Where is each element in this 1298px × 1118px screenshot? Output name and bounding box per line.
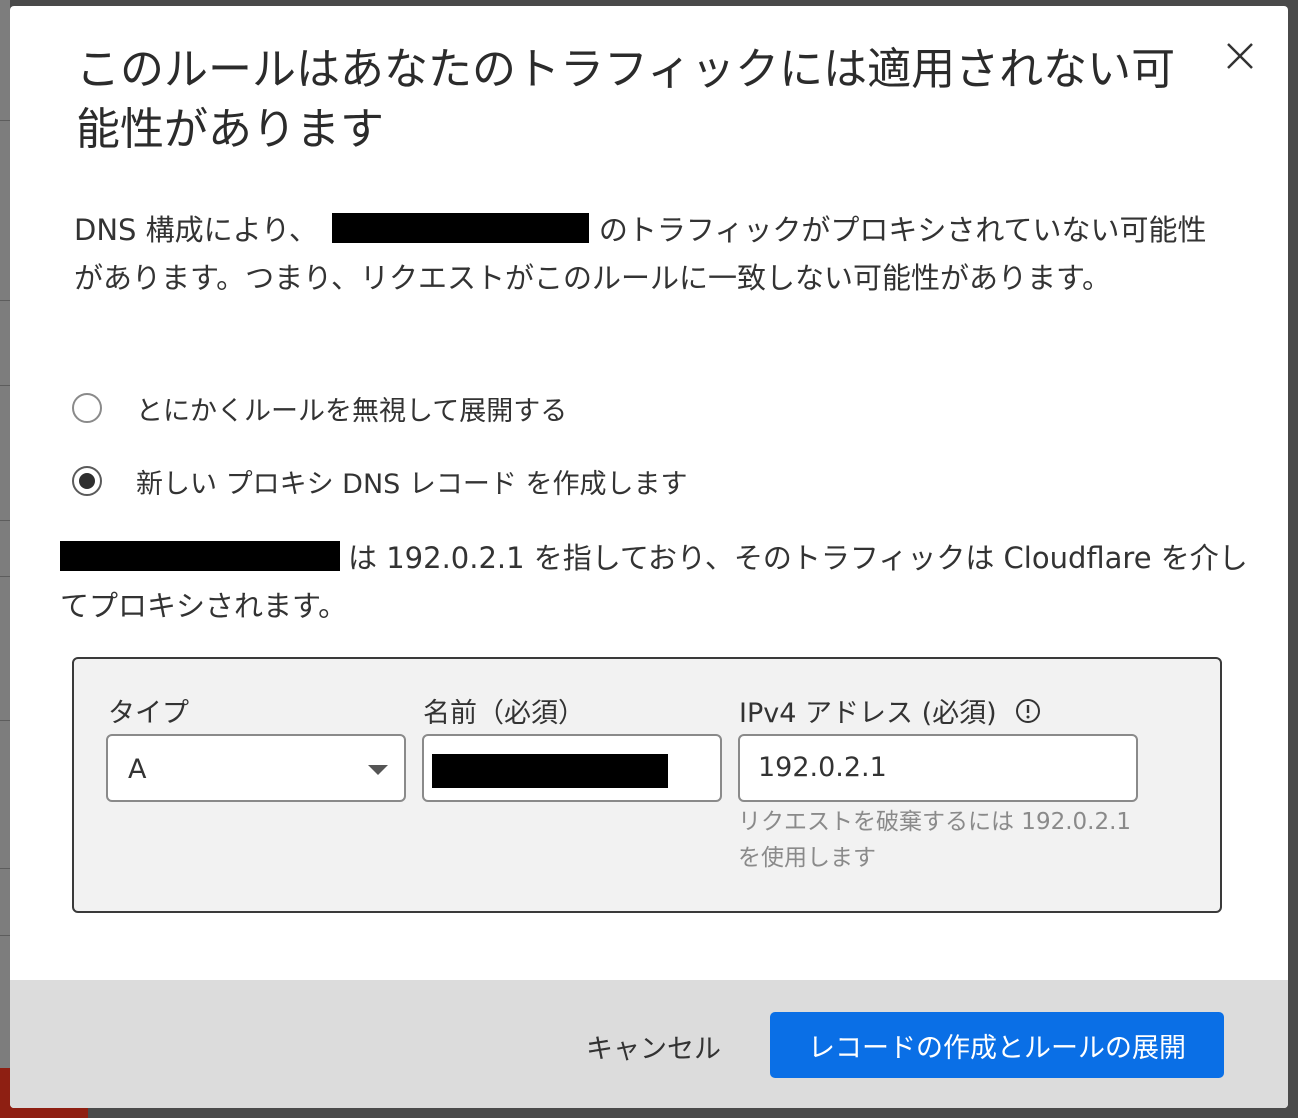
ipv4-hint: リクエストを破棄するには 192.0.2.1 を使用します [738, 809, 1132, 871]
redacted-hostname [331, 213, 589, 243]
name-label: 名前（必須） [423, 691, 585, 730]
type-select[interactable]: A [106, 734, 406, 802]
chevron-down-icon [368, 765, 388, 775]
ipv4-label-text: IPv4 アドレス (必須) [739, 698, 997, 729]
dns-record-form: タイプ A 名前（必須） IPv4 アドレス (必須) リクエストを破棄するには… [72, 657, 1222, 913]
ipv4-input[interactable] [738, 734, 1138, 802]
close-button[interactable] [1222, 38, 1258, 74]
create-record-deploy-button[interactable]: レコードの作成とルールの展開 [770, 1012, 1224, 1078]
name-label-text: 名前（必須） [423, 698, 585, 729]
dialog-title: このルールはあなたのトラフィックには適用されない可能性があります [76, 44, 1176, 155]
close-icon [1227, 43, 1253, 69]
description-prefix: DNS 構成により、 [74, 213, 318, 247]
radio-button[interactable] [72, 393, 102, 423]
name-input[interactable] [422, 734, 722, 802]
type-label: タイプ [108, 691, 189, 730]
proxy-info-text: は 192.0.2.1 を指しており、そのトラフィックは Cloudflare … [60, 534, 1260, 630]
redacted-hostname [60, 541, 340, 571]
type-label-text: タイプ [108, 698, 189, 729]
background-page [0, 0, 10, 1118]
dialog-footer: キャンセル レコードの作成とルールの展開 [10, 980, 1288, 1108]
option-ignore-deploy[interactable]: とにかくルールを無視して展開する [72, 388, 567, 428]
modal-dialog: このルールはあなたのトラフィックには適用されない可能性があります DNS 構成に… [10, 6, 1288, 1108]
dialog-description: DNS 構成により、 のトラフィックがプロキシされていない可能性があります。つまり… [74, 206, 1234, 302]
type-select-value: A [128, 754, 147, 785]
option-label: 新しい プロキシ DNS レコード を作成します [136, 468, 688, 500]
ipv4-label: IPv4 アドレス (必須) [739, 691, 1041, 730]
radio-button-selected[interactable] [72, 466, 102, 496]
redacted-name-value [432, 754, 668, 788]
cancel-button[interactable]: キャンセル [570, 1020, 737, 1072]
info-icon[interactable] [1015, 698, 1041, 724]
option-create-dns-record[interactable]: 新しい プロキシ DNS レコード を作成します [72, 461, 687, 501]
ipv4-input-field[interactable] [758, 752, 1108, 783]
radio-dot-icon [79, 473, 95, 489]
option-label: とにかくルールを無視して展開する [136, 395, 568, 427]
